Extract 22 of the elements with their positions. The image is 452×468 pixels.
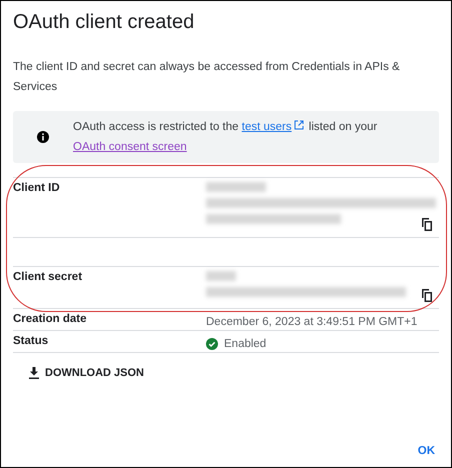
field-label: Client ID <box>13 181 61 196</box>
download-json-button[interactable]: DOWNLOAD JSON <box>25 363 148 383</box>
redacted-text <box>206 271 236 281</box>
test-users-link[interactable]: test users <box>242 121 292 133</box>
redacted-text <box>206 182 266 192</box>
dialog-title: OAuth client created <box>13 10 196 34</box>
copy-button[interactable] <box>421 218 433 231</box>
copy-button[interactable] <box>421 289 433 302</box>
external-link-icon <box>294 120 304 130</box>
field-label: Status <box>13 334 50 349</box>
copy-icon <box>421 289 433 302</box>
description-text: The client ID and secret can always be accessed from Credentials in APIs & Services <box>13 60 401 95</box>
field-label: Creation date <box>13 312 88 327</box>
copy-icon <box>421 218 433 231</box>
notice-text: OAuth access is restricted to the test users listed on your OAuth consent screen <box>73 119 378 155</box>
info-icon <box>37 131 49 143</box>
status-text: Enabled <box>224 338 266 350</box>
download-icon <box>29 367 39 379</box>
field-value: December 6, 2023 at 3:49:51 PM GMT+1 <box>206 314 418 330</box>
field-label: Client secret <box>13 270 84 285</box>
ok-button[interactable]: OK <box>416 443 437 459</box>
consent-screen-link[interactable]: OAuth consent screen <box>73 141 187 153</box>
